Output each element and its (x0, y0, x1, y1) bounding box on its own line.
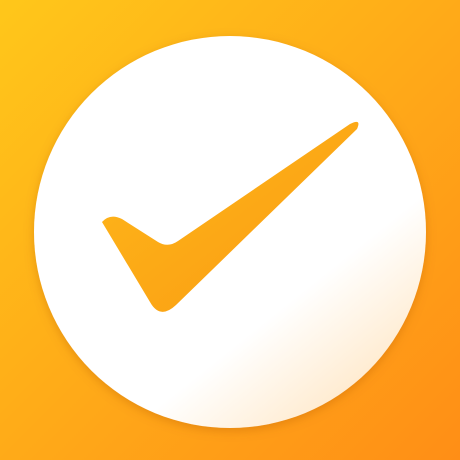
app-icon (0, 0, 460, 460)
app-icon-graphic (0, 0, 460, 460)
